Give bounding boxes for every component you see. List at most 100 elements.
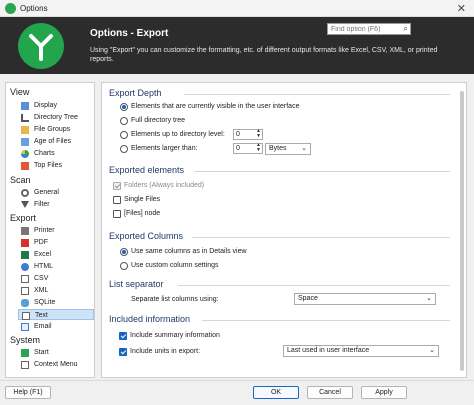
- checkbox-files-node[interactable]: [113, 210, 121, 218]
- nav-item-label: PDF: [34, 239, 48, 246]
- spinner-arrows-icon[interactable]: ▲ ▼: [256, 129, 261, 139]
- checkbox-single-files[interactable]: [113, 196, 121, 204]
- filter-icon: [21, 201, 29, 208]
- search-input[interactable]: [328, 24, 398, 35]
- nav-item-xml[interactable]: XML: [18, 285, 94, 296]
- email-icon: [21, 323, 29, 331]
- top-files-icon: [21, 162, 29, 170]
- nav-item-context-menu[interactable]: Context Menu: [18, 359, 94, 370]
- nav-item-label: File Groups: [34, 126, 71, 133]
- radio-same-columns[interactable]: [120, 248, 128, 256]
- spinner-arrows-icon[interactable]: ▲ ▼: [256, 143, 261, 153]
- nav-item-text[interactable]: Text: [18, 309, 94, 320]
- nav-item-html[interactable]: HTML: [18, 261, 94, 272]
- page-title: Options - Export: [90, 28, 169, 39]
- settings-panel: Export Depth Elements that are currently…: [101, 82, 467, 378]
- search-icon[interactable]: ⌕: [404, 24, 408, 34]
- nav-item-label: Email: [34, 323, 52, 330]
- nav-item-label: Directory Tree: [34, 114, 78, 121]
- app-icon: [5, 3, 16, 14]
- ok-button[interactable]: OK: [253, 386, 299, 399]
- radio-same-columns-label: Use same columns as in Details view: [131, 248, 247, 255]
- checkbox-include-units[interactable]: [119, 348, 127, 356]
- nav-item-general[interactable]: General: [18, 187, 94, 198]
- nav-item-email[interactable]: Email: [18, 321, 94, 332]
- separator-dropdown[interactable]: Space ⌄: [294, 293, 436, 305]
- radio-custom-columns[interactable]: [120, 262, 128, 270]
- search-box[interactable]: ⌕: [327, 23, 411, 35]
- checkbox-single-files-label: Single Files: [124, 196, 161, 203]
- nav-item-excel[interactable]: Excel: [18, 249, 94, 260]
- checkbox-include-units-label: Include units in export:: [130, 348, 201, 355]
- separator-value: Space: [298, 295, 318, 302]
- page-description: Using "Export" you can customize the for…: [90, 47, 438, 63]
- nav-item-label: Start: [34, 349, 49, 356]
- directory-level-spinner[interactable]: 0 ▲ ▼: [233, 129, 263, 140]
- separator-label: Separate list columns using:: [131, 296, 219, 303]
- text-file-icon: [22, 312, 30, 320]
- cancel-button[interactable]: Cancel: [307, 386, 353, 399]
- nav-item-printer[interactable]: Printer: [18, 225, 94, 236]
- nav-item-label: Text: [35, 312, 48, 319]
- treesize-logo-icon: [18, 23, 64, 69]
- section-exported-elements: Exported elements: [109, 165, 185, 175]
- nav-item-file-groups[interactable]: File Groups: [18, 124, 94, 135]
- options-nav-tree: View Display Directory Tree File Groups …: [5, 82, 95, 378]
- nav-item-label: Context Menu: [34, 361, 78, 368]
- divider: [0, 380, 474, 381]
- checkbox-folders-label: Folders (Always included): [124, 182, 205, 189]
- tree-icon: [21, 114, 29, 122]
- title-bar: Options ✕: [0, 0, 474, 17]
- nav-item-start[interactable]: Start: [18, 347, 94, 358]
- gear-icon: [21, 189, 29, 197]
- nav-category-export: Export: [10, 213, 37, 223]
- nav-item-top-files[interactable]: Top Files: [18, 160, 94, 171]
- nav-item-filter[interactable]: Filter: [18, 199, 94, 210]
- nav-item-age-of-files[interactable]: Age of Files: [18, 136, 94, 147]
- checkbox-files-node-label: [Files] node: [124, 210, 161, 217]
- nav-category-system: System: [10, 335, 41, 345]
- size-unit-value: Bytes: [269, 145, 287, 152]
- nav-item-charts[interactable]: Charts: [18, 148, 94, 159]
- divider: [192, 237, 450, 238]
- directory-level-value: 0: [236, 131, 240, 138]
- nav-item-label: Top Files: [34, 162, 63, 169]
- nav-item-label: CSV: [34, 275, 49, 282]
- nav-item-label: Printer: [34, 227, 55, 234]
- radio-full-tree[interactable]: [120, 117, 128, 125]
- size-unit-dropdown[interactable]: Bytes ⌄: [265, 143, 311, 155]
- nav-item-label: Excel: [34, 251, 52, 258]
- nav-item-display[interactable]: Display: [18, 100, 94, 111]
- display-icon: [21, 102, 29, 110]
- database-icon: [21, 299, 29, 307]
- nav-item-label: HTML: [34, 263, 54, 270]
- nav-item-csv[interactable]: CSV: [18, 273, 94, 284]
- radio-larger-than[interactable]: [120, 145, 128, 153]
- units-value: Last used in user interface: [287, 347, 370, 354]
- nav-item-directory-tree[interactable]: Directory Tree: [18, 112, 94, 123]
- help-button[interactable]: Help (F1): [5, 386, 51, 399]
- size-threshold-spinner[interactable]: 0 ▲ ▼: [233, 143, 263, 154]
- nav-category-scan: Scan: [10, 175, 31, 185]
- close-icon[interactable]: ✕: [457, 2, 466, 15]
- chevron-down-icon: ⌄: [429, 347, 435, 354]
- radio-full-tree-label: Full directory tree: [131, 117, 186, 124]
- radio-directory-level-label: Elements up to directory level:: [131, 131, 225, 138]
- checkbox-folders: [113, 182, 121, 190]
- header-banner: Options - Export Using "Export" you can …: [0, 17, 474, 74]
- xml-icon: [21, 287, 29, 295]
- radio-directory-level[interactable]: [120, 131, 128, 139]
- nav-item-sqlite[interactable]: SQLite: [18, 297, 94, 308]
- divider: [202, 320, 450, 321]
- nav-item-label: Filter: [34, 201, 50, 208]
- nav-item-pdf[interactable]: PDF: [18, 237, 94, 248]
- units-dropdown[interactable]: Last used in user interface ⌄: [283, 345, 439, 357]
- calendar-icon: [21, 138, 29, 146]
- apply-button[interactable]: Apply: [361, 386, 407, 399]
- checkbox-summary[interactable]: [119, 332, 127, 340]
- divider: [194, 171, 450, 172]
- radio-visible-elements[interactable]: [120, 103, 128, 111]
- scrollbar[interactable]: [460, 91, 464, 371]
- start-icon: [21, 349, 29, 357]
- divider: [178, 285, 450, 286]
